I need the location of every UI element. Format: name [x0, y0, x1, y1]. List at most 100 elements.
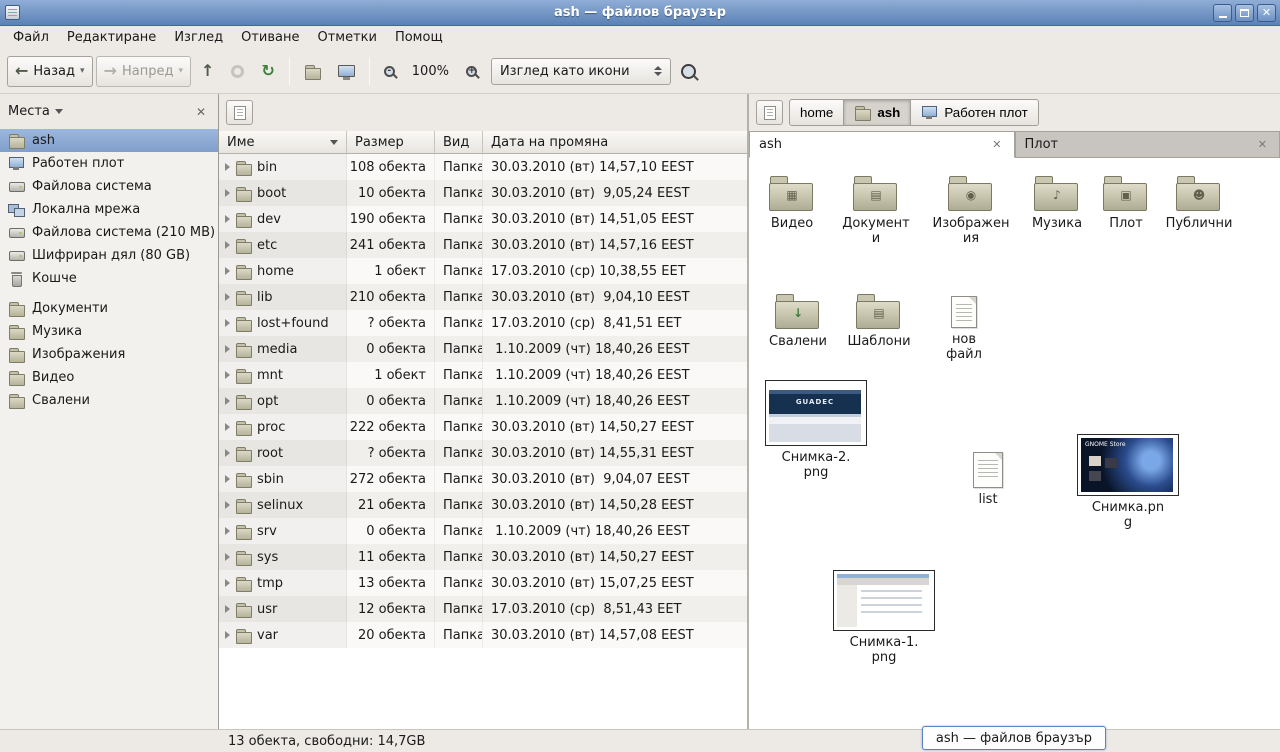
- column-header-size[interactable]: Размер: [347, 131, 435, 154]
- sidebar-bookmark-item[interactable]: Свалени: [0, 389, 218, 412]
- expander-icon[interactable]: [225, 267, 230, 275]
- expander-icon[interactable]: [225, 423, 230, 431]
- sidebar-place-item[interactable]: Работен плот: [0, 152, 218, 175]
- file-icon-desktop[interactable]: Плот: [1097, 176, 1155, 231]
- minimize-button[interactable]: [1213, 4, 1232, 22]
- zoom-out-button[interactable]: -: [377, 56, 402, 87]
- breadcrumb-desktop[interactable]: Работен плот: [910, 99, 1038, 126]
- column-header-date[interactable]: Дата на промяна: [483, 131, 747, 154]
- column-header-name[interactable]: Име: [219, 131, 347, 154]
- expander-icon[interactable]: [225, 345, 230, 353]
- expander-icon[interactable]: [225, 605, 230, 613]
- file-row[interactable]: boot 10 обекта Папка 30.03.2010 (вт) 9,0…: [219, 180, 747, 206]
- menu-item[interactable]: Помощ: [386, 28, 452, 47]
- sidebar-place-item[interactable]: Кошче: [0, 267, 218, 290]
- file-icon-documents[interactable]: Документи: [839, 176, 913, 246]
- file-icon-snimka2[interactable]: GUADEC Снимка-2.png: [765, 380, 867, 480]
- sidebar-place-item[interactable]: ash: [0, 129, 218, 152]
- file-icon-downloads[interactable]: Свалени: [763, 294, 833, 349]
- file-icon-snimka[interactable]: GNOME Store Снимка.png: [1077, 434, 1179, 530]
- file-row[interactable]: selinux 21 обекта Папка 30.03.2010 (вт) …: [219, 492, 747, 518]
- menu-item[interactable]: Редактиране: [58, 28, 165, 47]
- file-row[interactable]: sys 11 обекта Папка 30.03.2010 (вт) 14,5…: [219, 544, 747, 570]
- file-icon-snimka1[interactable]: Снимка-1.png: [833, 570, 935, 665]
- file-row[interactable]: srv 0 обекта Папка 1.10.2009 (чт) 18,40,…: [219, 518, 747, 544]
- expander-icon[interactable]: [225, 371, 230, 379]
- file-row[interactable]: mnt 1 обект Папка 1.10.2009 (чт) 18,40,2…: [219, 362, 747, 388]
- up-button[interactable]: ↑: [194, 56, 221, 87]
- file-icon-pictures[interactable]: Изображения: [931, 176, 1011, 246]
- maximize-button[interactable]: [1235, 4, 1254, 22]
- expander-icon[interactable]: [225, 163, 230, 171]
- sidebar-place-item[interactable]: Локална мрежа: [0, 198, 218, 221]
- file-row[interactable]: dev 190 обекта Папка 30.03.2010 (вт) 14,…: [219, 206, 747, 232]
- sidebar-place-item[interactable]: Шифриран дял (80 GB): [0, 244, 218, 267]
- sidebar-pane-select[interactable]: Места: [8, 104, 63, 119]
- file-row[interactable]: bin 108 обекта Папка 30.03.2010 (вт) 14,…: [219, 154, 747, 180]
- file-row[interactable]: tmp 13 обекта Папка 30.03.2010 (вт) 15,0…: [219, 570, 747, 596]
- expander-icon[interactable]: [225, 475, 230, 483]
- forward-button[interactable]: → Напред ▾: [96, 56, 191, 87]
- back-button[interactable]: ← Назад ▾: [7, 56, 93, 87]
- breadcrumb-ash[interactable]: ash: [843, 99, 911, 126]
- file-row[interactable]: opt 0 обекта Папка 1.10.2009 (чт) 18,40,…: [219, 388, 747, 414]
- icon-view[interactable]: Видео Документи Изображения Музика Плот …: [749, 158, 1280, 729]
- breadcrumb-home[interactable]: home: [789, 99, 844, 126]
- file-row[interactable]: media 0 обекта Папка 1.10.2009 (чт) 18,4…: [219, 336, 747, 362]
- file-icon-video[interactable]: Видео: [759, 176, 825, 231]
- zoom-in-button[interactable]: +: [459, 56, 484, 87]
- expander-icon[interactable]: [225, 241, 230, 249]
- view-mode-select[interactable]: Изглед като икони: [491, 58, 671, 85]
- sidebar-bookmark-item[interactable]: Видео: [0, 366, 218, 389]
- search-button[interactable]: [674, 56, 703, 87]
- expander-icon[interactable]: [225, 527, 230, 535]
- expander-icon[interactable]: [225, 215, 230, 223]
- close-button[interactable]: ✕: [1257, 4, 1276, 22]
- zoom-level[interactable]: 100%: [405, 56, 456, 87]
- tab-close-icon[interactable]: ✕: [1255, 137, 1270, 152]
- menu-item[interactable]: Изглед: [165, 28, 232, 47]
- tab-close-icon[interactable]: ✕: [989, 137, 1004, 152]
- expander-icon[interactable]: [225, 397, 230, 405]
- column-header-type[interactable]: Вид: [435, 131, 483, 154]
- home-button[interactable]: [297, 56, 328, 87]
- sidebar-bookmark-item[interactable]: Документи: [0, 297, 218, 320]
- tab-ash[interactable]: ash ✕: [749, 131, 1015, 158]
- location-toggle-button[interactable]: [226, 100, 253, 125]
- expander-icon[interactable]: [225, 553, 230, 561]
- file-row[interactable]: proc 222 обекта Папка 30.03.2010 (вт) 14…: [219, 414, 747, 440]
- expander-icon[interactable]: [225, 319, 230, 327]
- file-icon-public[interactable]: Публични: [1165, 176, 1233, 231]
- file-row[interactable]: lib 210 обекта Папка 30.03.2010 (вт) 9,0…: [219, 284, 747, 310]
- sidebar-close-button[interactable]: ✕: [192, 103, 210, 121]
- expander-icon[interactable]: [225, 579, 230, 587]
- computer-button[interactable]: [331, 56, 362, 87]
- titlebar[interactable]: ash — файлов браузър ✕: [0, 0, 1280, 26]
- reload-button[interactable]: ↻: [254, 56, 281, 87]
- expander-icon[interactable]: [225, 189, 230, 197]
- expander-icon[interactable]: [225, 501, 230, 509]
- file-row[interactable]: sbin 272 обекта Папка 30.03.2010 (вт) 9,…: [219, 466, 747, 492]
- file-row[interactable]: var 20 обекта Папка 30.03.2010 (вт) 14,5…: [219, 622, 747, 648]
- taskbar-window-button[interactable]: ash — файлов браузър: [922, 726, 1106, 750]
- file-icon-list[interactable]: list: [957, 452, 1019, 507]
- menu-item[interactable]: Отметки: [308, 28, 385, 47]
- menu-item[interactable]: Отиване: [232, 28, 308, 47]
- expander-icon[interactable]: [225, 631, 230, 639]
- file-row[interactable]: usr 12 обекта Папка 17.03.2010 (ср) 8,51…: [219, 596, 747, 622]
- file-row[interactable]: root ? обекта Папка 30.03.2010 (вт) 14,5…: [219, 440, 747, 466]
- expander-icon[interactable]: [225, 449, 230, 457]
- file-row[interactable]: home 1 обект Папка 17.03.2010 (ср) 10,38…: [219, 258, 747, 284]
- file-row[interactable]: etc 241 обекта Папка 30.03.2010 (вт) 14,…: [219, 232, 747, 258]
- sidebar-place-item[interactable]: Файлова система (210 MB): [0, 221, 218, 244]
- location-toggle-button[interactable]: [756, 100, 783, 125]
- file-icon-new-file[interactable]: нов файл: [933, 296, 995, 362]
- file-row[interactable]: lost+found ? обекта Папка 17.03.2010 (ср…: [219, 310, 747, 336]
- file-list[interactable]: bin 108 обекта Папка 30.03.2010 (вт) 14,…: [219, 154, 747, 729]
- file-icon-music[interactable]: Музика: [1025, 176, 1089, 231]
- sidebar-bookmark-item[interactable]: Музика: [0, 320, 218, 343]
- chevron-down-icon[interactable]: ▾: [80, 66, 85, 76]
- expander-icon[interactable]: [225, 293, 230, 301]
- sidebar-bookmark-item[interactable]: Изображения: [0, 343, 218, 366]
- menu-item[interactable]: Файл: [4, 28, 58, 47]
